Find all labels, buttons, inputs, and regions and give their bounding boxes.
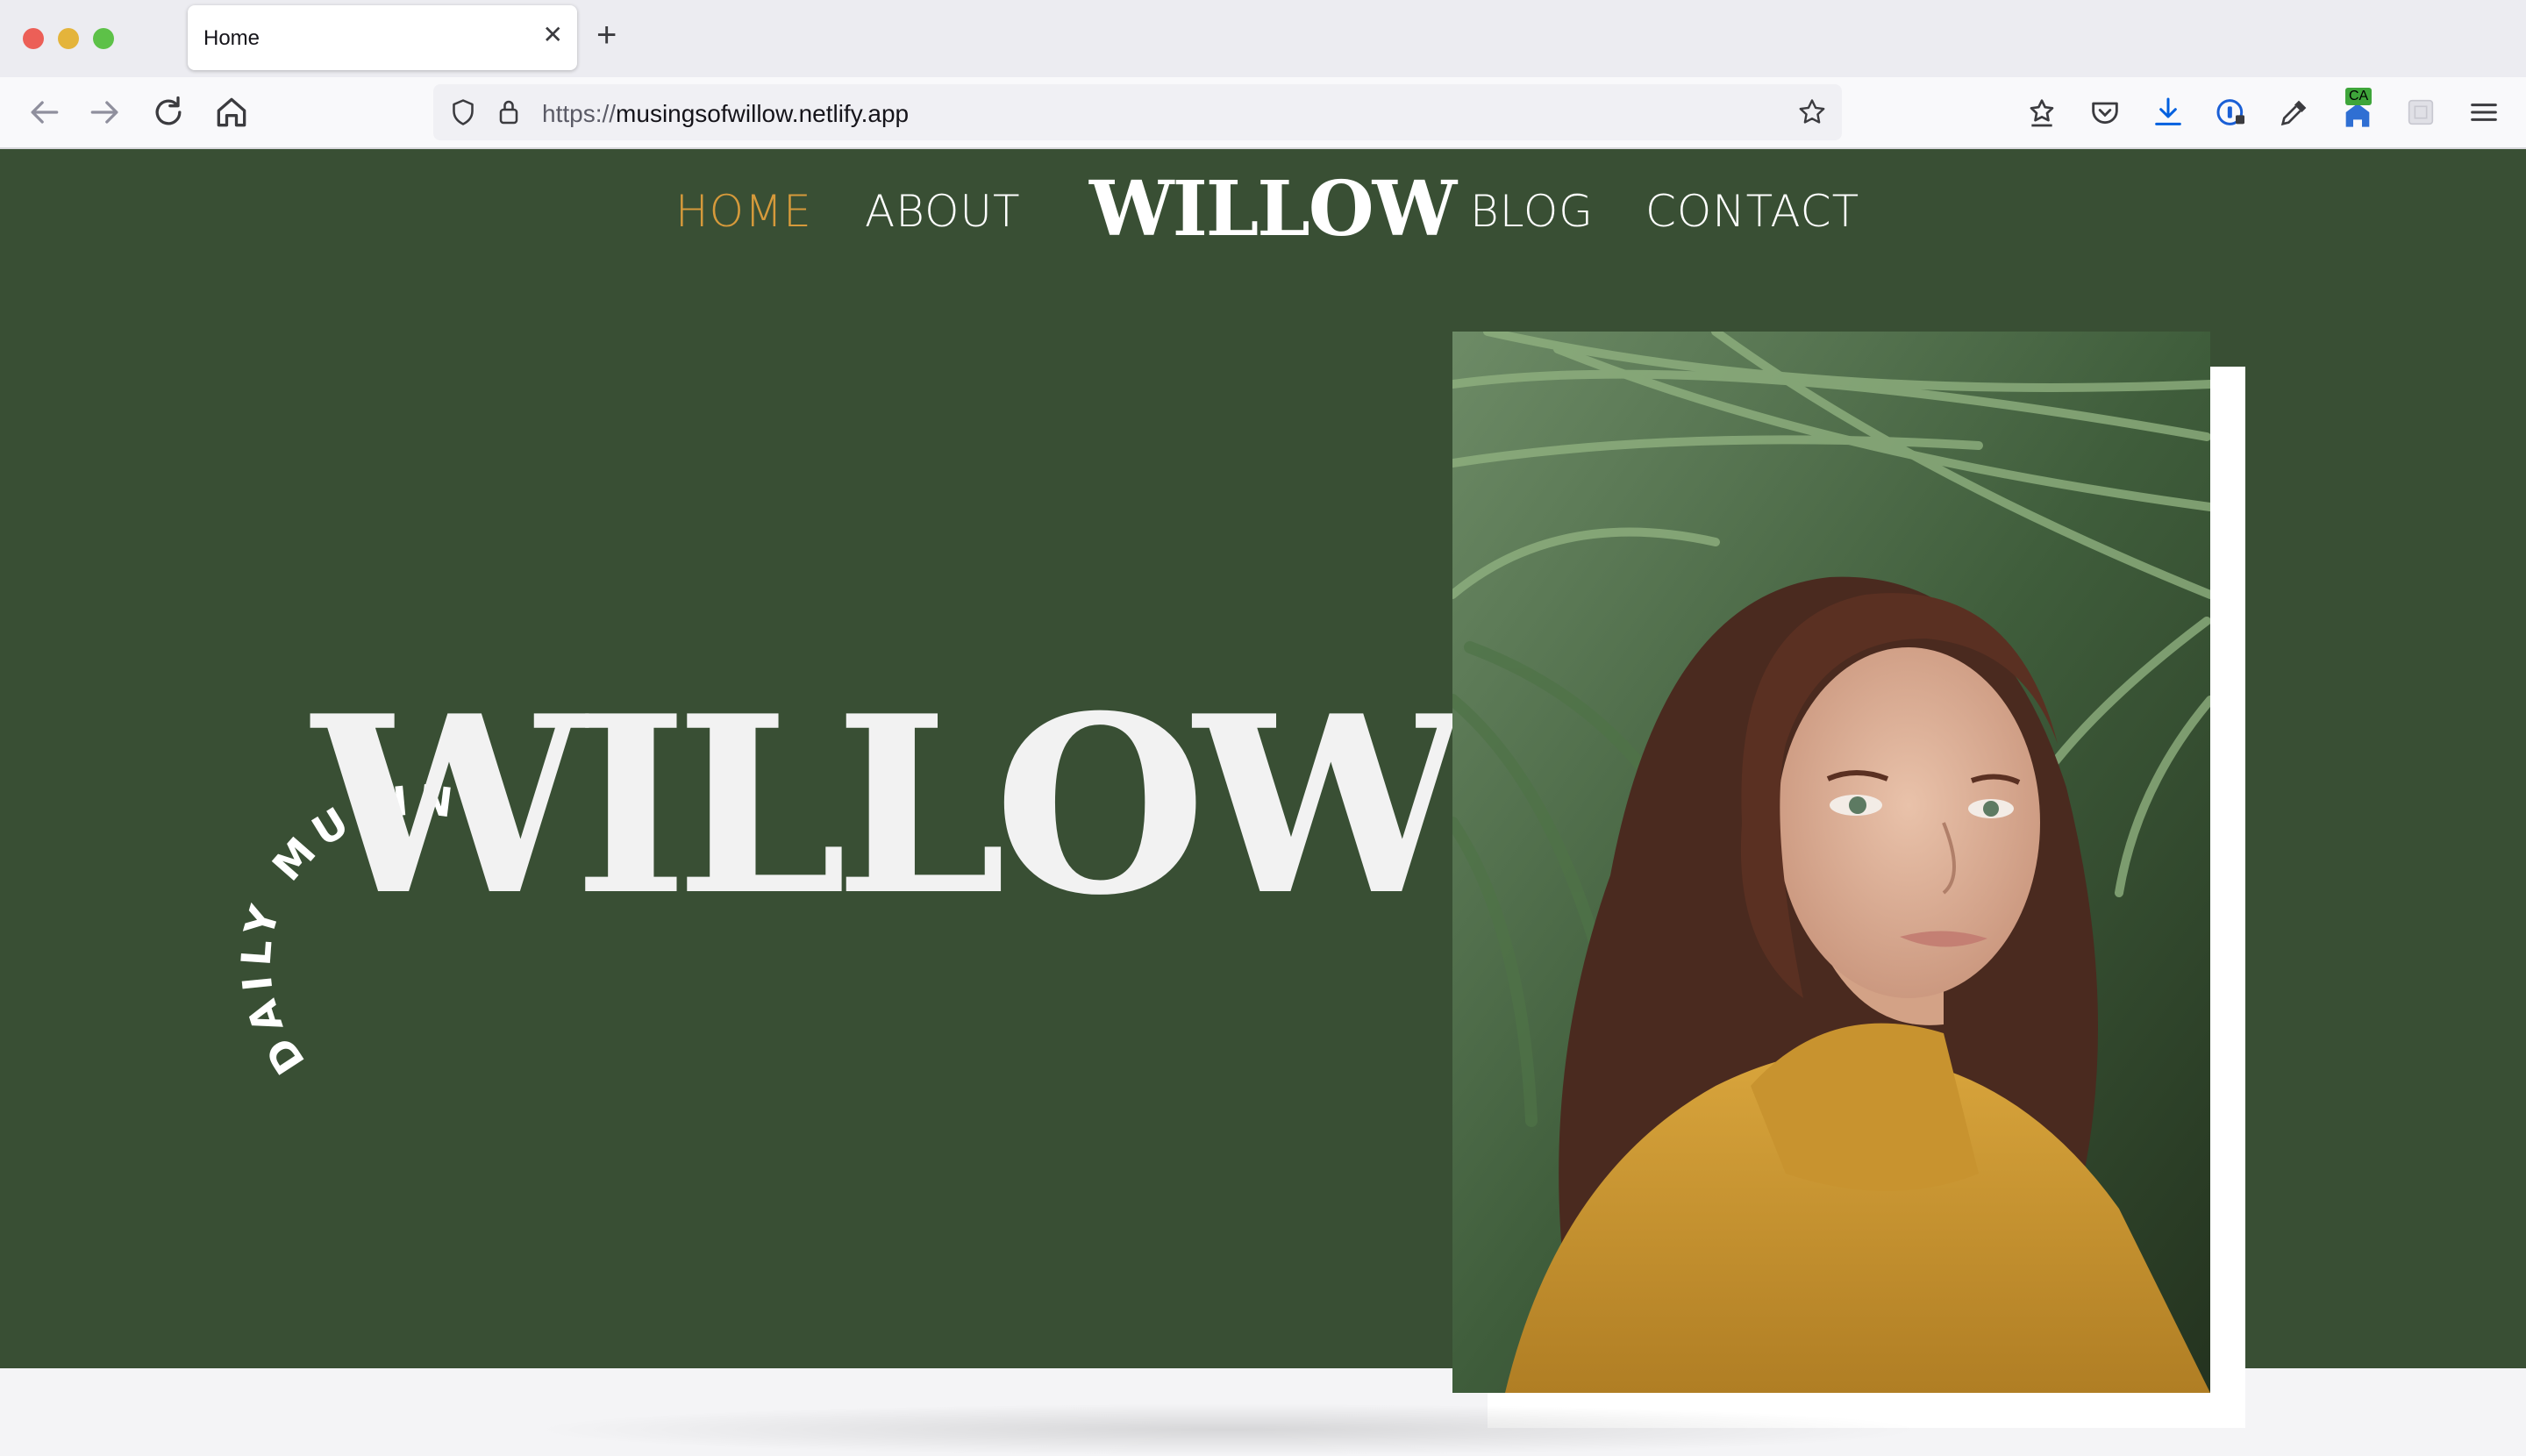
hero-title: WILLOW	[312, 662, 1468, 949]
url-text[interactable]: https://musingsofwillow.netlify.app	[542, 100, 909, 128]
extension-ca-icon[interactable]: CA	[2340, 88, 2375, 130]
nav-link-about[interactable]: ABOUT	[865, 186, 1021, 237]
address-bar[interactable]: https://musingsofwillow.netlify.app	[433, 84, 1842, 140]
site-logo[interactable]: WILLOW	[1089, 165, 1457, 253]
bookmarks-menu-icon[interactable]	[2024, 95, 2059, 130]
download-icon[interactable]	[2151, 95, 2186, 130]
extension-grid-icon[interactable]	[2403, 95, 2438, 130]
nav-link-contact[interactable]: CONTACT	[1645, 186, 1859, 237]
pocket-icon[interactable]	[2087, 95, 2123, 130]
window-close-dot[interactable]	[23, 28, 44, 49]
forward-arrow-icon[interactable]	[86, 93, 125, 132]
url-protocol: https://	[542, 100, 617, 127]
nav-link-home[interactable]: HOME	[675, 186, 812, 237]
new-tab-icon[interactable]: +	[596, 16, 617, 54]
window-minimize-dot[interactable]	[58, 28, 79, 49]
tab-close-icon[interactable]: ✕	[543, 23, 563, 47]
window-maximize-dot[interactable]	[93, 28, 114, 49]
portrait-illustration	[1452, 332, 2210, 1393]
home-icon[interactable]	[212, 93, 251, 132]
back-arrow-icon[interactable]	[25, 93, 63, 132]
browser-tab-bar: Home ✕ +	[0, 0, 2526, 77]
extension-badge: CA	[2345, 88, 2373, 105]
hero-portrait-image	[1452, 332, 2210, 1393]
tab-title: Home	[203, 26, 260, 50]
shield-icon[interactable]	[447, 96, 479, 128]
nav-link-blog[interactable]: BLOG	[1470, 186, 1594, 237]
reload-icon[interactable]	[149, 93, 188, 132]
browser-nav-bar: https://musingsofwillow.netlify.app CA	[0, 77, 2526, 149]
hamburger-menu-icon[interactable]	[2466, 95, 2501, 130]
bookmark-star-icon[interactable]	[1796, 96, 1828, 128]
password-manager-icon[interactable]	[2214, 95, 2249, 130]
eyedropper-icon[interactable]	[2277, 95, 2312, 130]
browser-tab-home[interactable]: Home ✕	[188, 5, 577, 70]
url-host: musingsofwillow.netlify.app	[616, 100, 910, 127]
section-shadow	[526, 1403, 1930, 1456]
lock-icon[interactable]	[493, 96, 524, 128]
